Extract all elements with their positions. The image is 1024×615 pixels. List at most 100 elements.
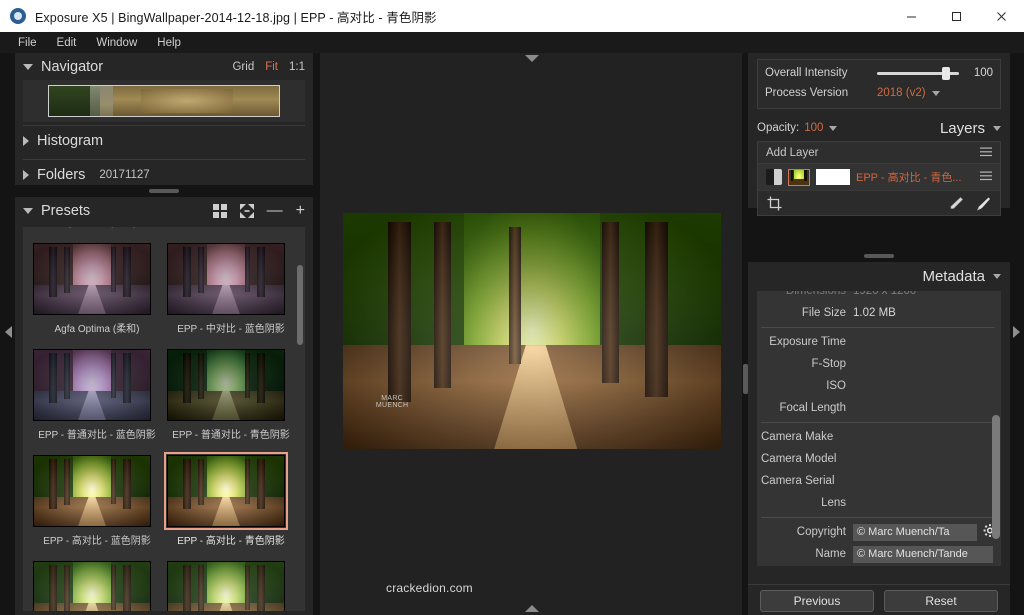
scrollbar-thumb[interactable] bbox=[297, 265, 303, 345]
menu-item-edit[interactable]: Edit bbox=[47, 35, 87, 51]
copyright-input[interactable] bbox=[853, 523, 977, 541]
right-panel: Overall Intensity 100 Process Version 20… bbox=[748, 53, 1010, 615]
preset-item[interactable]: EPP - 普通对比 - 青色阴影 bbox=[167, 341, 295, 447]
eraser-icon[interactable] bbox=[949, 196, 964, 211]
chevron-right-icon bbox=[23, 170, 29, 180]
splitter-grip bbox=[149, 189, 179, 193]
preset-item[interactable]: Fuji Provia 100F（柔和） bbox=[167, 553, 295, 611]
process-version-value[interactable]: 2018 (v2) bbox=[877, 87, 926, 99]
site-watermark: crackedion.com bbox=[386, 581, 473, 595]
preset-partial-top-left: Fuji Sensia (柔和) bbox=[33, 227, 161, 235]
remove-preset-button[interactable]: — bbox=[267, 203, 283, 219]
chevron-down-icon[interactable] bbox=[931, 90, 940, 96]
left-panel: Navigator Grid Fit 1:1 Histogram Folders… bbox=[15, 53, 313, 615]
menu-item-help[interactable]: Help bbox=[147, 35, 191, 51]
preset-label: EPP - 高对比 - 青色阴影 bbox=[177, 536, 285, 547]
presets-header[interactable]: Presets — + bbox=[23, 197, 305, 225]
metadata-row-copyright: Copyright bbox=[757, 521, 1001, 543]
layer-row[interactable]: EPP - 高对比 - 青色... bbox=[758, 164, 1000, 190]
preset-label: EPP - 高对比 - 蓝色阴影 bbox=[43, 536, 151, 547]
add-layer-row[interactable]: Add Layer bbox=[758, 142, 1000, 164]
preset-item[interactable]: Fuji Provia 100F bbox=[33, 553, 161, 611]
nav-mode-grid[interactable]: Grid bbox=[232, 61, 254, 73]
left-panel-splitter[interactable] bbox=[15, 185, 313, 197]
metadata-list[interactable]: Dimensions 1920 x 1200 File Size 1.02 MB… bbox=[757, 291, 1001, 566]
chevron-down-icon[interactable] bbox=[829, 125, 838, 131]
add-preset-button[interactable]: + bbox=[296, 203, 305, 219]
collapse-right-panel-button[interactable] bbox=[1010, 323, 1022, 341]
layers-title: Layers bbox=[939, 119, 985, 137]
metadata-header[interactable]: Metadata bbox=[757, 262, 1001, 290]
preset-label: EPP - 普通对比 - 蓝色阴影 bbox=[38, 430, 156, 441]
navigator-header[interactable]: Navigator Grid Fit 1:1 bbox=[23, 53, 305, 80]
chevron-down-icon bbox=[23, 208, 33, 214]
slider-knob[interactable] bbox=[942, 67, 950, 80]
metadata-row-camera-serial: Camera Serial bbox=[757, 470, 1001, 492]
chevron-down-icon[interactable] bbox=[525, 55, 539, 62]
overall-intensity-row: Overall Intensity 100 bbox=[765, 63, 993, 83]
collapse-all-icon[interactable] bbox=[239, 204, 254, 218]
metadata-scrollbar[interactable] bbox=[992, 303, 1000, 559]
overall-intensity-label: Overall Intensity bbox=[765, 67, 848, 79]
preset-item-selected[interactable]: EPP - 高对比 - 青色阴影 bbox=[164, 447, 295, 553]
window-title: Exposure X5 | BingWallpaper-2014-12-18.j… bbox=[35, 10, 437, 25]
metadata-label: Camera Serial bbox=[761, 475, 835, 487]
presets-title: Presets bbox=[41, 203, 91, 219]
metadata-buttons: Previous Reset bbox=[748, 590, 1010, 612]
metadata-label: ISO bbox=[826, 380, 846, 392]
overall-intensity-slider[interactable] bbox=[877, 67, 959, 80]
chevron-down-icon[interactable] bbox=[993, 273, 1001, 279]
preset-item[interactable]: Agfa Optima (柔和) bbox=[33, 235, 161, 341]
left-panel-top: Navigator Grid Fit 1:1 Histogram Folders… bbox=[15, 53, 313, 194]
navigator-thumbnail bbox=[48, 85, 280, 117]
presets-actions: — + bbox=[212, 203, 305, 219]
hamburger-icon[interactable] bbox=[980, 171, 992, 183]
histogram-header[interactable]: Histogram bbox=[23, 126, 305, 156]
layer-thumbnail-icon[interactable] bbox=[788, 168, 810, 186]
mask-icon[interactable] bbox=[766, 169, 782, 185]
metadata-label: Focal Length bbox=[779, 402, 847, 414]
menu-item-window[interactable]: Window bbox=[86, 35, 147, 51]
preset-thumbnail bbox=[167, 243, 285, 315]
main-photo[interactable]: MARC MUENCH bbox=[343, 213, 721, 449]
preset-thumbnail bbox=[33, 561, 151, 611]
minimize-button[interactable] bbox=[889, 0, 934, 32]
menu-item-file[interactable]: File bbox=[8, 35, 47, 51]
preset-item[interactable]: EPP - 高对比 - 蓝色阴影 bbox=[33, 447, 161, 553]
preset-thumbnail bbox=[167, 349, 285, 421]
navigator-preview[interactable] bbox=[23, 80, 305, 122]
grid-view-icon[interactable] bbox=[212, 204, 227, 218]
photo-watermark: MARC MUENCH bbox=[375, 394, 409, 409]
metadata-row-name: Name bbox=[757, 543, 1001, 565]
scrollbar-thumb[interactable] bbox=[992, 415, 1000, 539]
navigator-title: Navigator bbox=[41, 58, 104, 75]
name-input[interactable] bbox=[853, 545, 993, 563]
reset-button[interactable]: Reset bbox=[884, 590, 998, 612]
preset-partial-top-right: Agfa Optima bbox=[167, 227, 295, 235]
chevron-right-icon bbox=[1012, 326, 1020, 338]
close-button[interactable] bbox=[979, 0, 1024, 32]
metadata-value: 1920 x 1200 bbox=[853, 291, 917, 297]
overall-intensity-value[interactable]: 100 bbox=[959, 67, 993, 79]
metadata-rows: Dimensions 1920 x 1200 File Size 1.02 MB… bbox=[757, 291, 1001, 566]
collapse-left-panel-button[interactable] bbox=[2, 323, 14, 341]
divider bbox=[748, 584, 1010, 585]
maximize-button[interactable] bbox=[934, 0, 979, 32]
chevron-up-icon[interactable] bbox=[525, 605, 539, 612]
nav-mode-fit[interactable]: Fit bbox=[265, 61, 278, 73]
right-panel-splitter[interactable] bbox=[748, 250, 1010, 262]
brush-icon[interactable] bbox=[976, 196, 991, 211]
previous-button[interactable]: Previous bbox=[760, 590, 874, 612]
menu-bar: File Edit Window Help bbox=[0, 32, 1024, 53]
presets-scrollbar[interactable] bbox=[297, 227, 303, 611]
white-swatch-icon[interactable] bbox=[816, 169, 850, 185]
metadata-label: F-Stop bbox=[811, 358, 846, 370]
nav-mode-oneone[interactable]: 1:1 bbox=[289, 61, 305, 73]
presets-list[interactable]: Fuji Sensia (柔和) Agfa Optima Agfa Optima… bbox=[23, 227, 305, 611]
preset-item[interactable]: EPP - 普通对比 - 蓝色阴影 bbox=[33, 341, 161, 447]
hamburger-icon[interactable] bbox=[980, 147, 992, 159]
crop-icon[interactable] bbox=[767, 196, 782, 211]
opacity-value[interactable]: 100 bbox=[804, 122, 823, 134]
chevron-down-icon[interactable] bbox=[993, 125, 1001, 131]
preset-item[interactable]: EPP - 中对比 - 蓝色阴影 bbox=[167, 235, 295, 341]
